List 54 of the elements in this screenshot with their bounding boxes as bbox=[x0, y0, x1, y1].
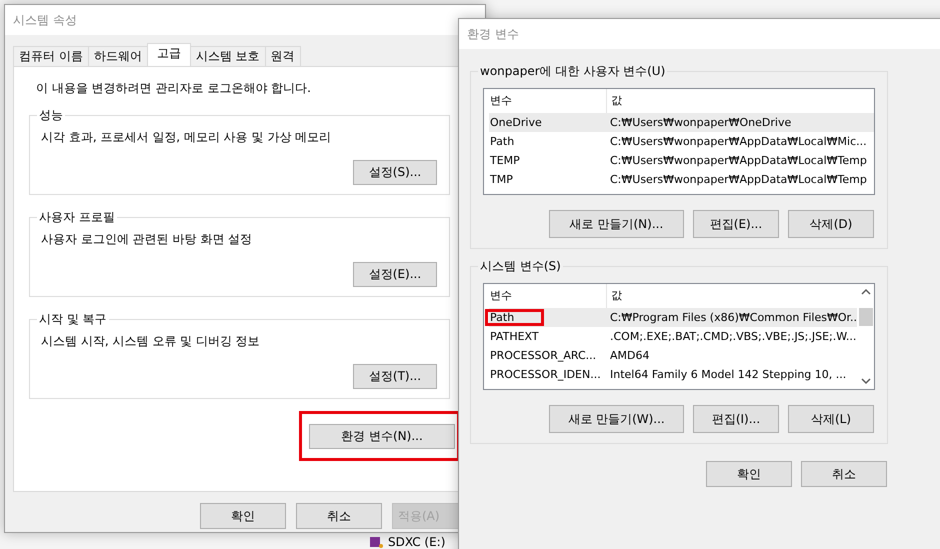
variable-name: TEMP bbox=[489, 154, 521, 167]
variable-name: PROCESSOR_ARC... bbox=[489, 349, 598, 362]
list-action-button[interactable]: 삭제(L) bbox=[788, 405, 874, 433]
dialog-button[interactable]: 확인 bbox=[706, 461, 792, 487]
notice-text: 이 내용을 변경하려면 관리자로 로그온해야 합니다. bbox=[36, 80, 312, 97]
variable-name: TMP bbox=[489, 173, 514, 186]
list-row[interactable]: TEMP C:₩Users₩wonpaper₩AppData₩Local₩Temp bbox=[489, 151, 874, 170]
window-title: 환경 변수 bbox=[467, 26, 519, 42]
settings-button[interactable]: 설정(E)... bbox=[353, 262, 437, 287]
group-description: 시각 효과, 프로세서 일정, 메모리 사용 및 가상 메모리 bbox=[41, 129, 332, 146]
group-title: 성능 bbox=[37, 107, 65, 123]
variable-value: C:₩Users₩wonpaper₩AppData₩Local₩Temp bbox=[609, 173, 867, 186]
variable-name: Path bbox=[489, 135, 516, 148]
group-title: 사용자 프로필 bbox=[37, 209, 117, 225]
list-action-button[interactable]: 새로 만들기(W)... bbox=[549, 405, 684, 433]
list-row[interactable]: OneDrive C:₩Users₩wonpaper₩OneDrive bbox=[489, 113, 874, 132]
dialog-button[interactable]: 취소 bbox=[801, 461, 887, 487]
group-description: 사용자 로그인에 관련된 바탕 화면 설정 bbox=[41, 231, 254, 248]
environment-variables-button[interactable]: 환경 변수(N)... bbox=[309, 424, 455, 448]
list-row[interactable]: PATHEXT .COM;.EXE;.BAT;.CMD;.VBS;.VBE;.JS;.JSE;.W... bbox=[489, 327, 857, 346]
tab[interactable]: 고급 bbox=[146, 43, 191, 66]
column-header[interactable]: 값 bbox=[607, 284, 622, 308]
variable-value: C:₩Users₩wonpaper₩OneDrive bbox=[609, 116, 792, 129]
drive-label[interactable]: SDXC (E:) bbox=[388, 535, 446, 549]
group-description: 시스템 시작, 시스템 오류 및 디버깅 정보 bbox=[41, 333, 261, 350]
variable-name: Path bbox=[487, 311, 542, 324]
settings-button[interactable]: 설정(T)... bbox=[353, 364, 437, 389]
settings-button[interactable]: 설정(S)... bbox=[353, 160, 437, 185]
group-title: 시스템 변수(S) bbox=[478, 258, 563, 274]
window-title: 시스템 속성 bbox=[13, 12, 77, 28]
variable-value: AMD64 bbox=[609, 349, 650, 362]
list-action-button[interactable]: 편집(E)... bbox=[693, 210, 779, 238]
column-header[interactable]: 값 bbox=[607, 89, 622, 113]
group-title: 시작 및 복구 bbox=[37, 311, 109, 327]
list-row[interactable]: TMP C:₩Users₩wonpaper₩AppData₩Local₩Temp bbox=[489, 170, 874, 189]
tab[interactable]: 원격 bbox=[264, 46, 301, 66]
variable-value: .COM;.EXE;.BAT;.CMD;.VBS;.VBE;.JS;.JSE;.W... bbox=[609, 330, 856, 343]
list-action-button[interactable]: 새로 만들기(N)... bbox=[549, 210, 684, 238]
dialog-button[interactable]: 확인 bbox=[200, 503, 286, 529]
variable-value: C:₩Program Files (x86)₩Common Files₩Or... bbox=[609, 311, 857, 324]
list-row[interactable]: PROCESSOR_IDEN... Intel64 Family 6 Model 142 Stepping 10, ... bbox=[489, 365, 857, 384]
variable-value: C:₩Users₩wonpaper₩AppData₩Local₩Temp bbox=[609, 154, 867, 167]
variable-name: OneDrive bbox=[489, 116, 543, 129]
list-action-button[interactable]: 편집(I)... bbox=[693, 405, 779, 433]
variable-value: C:₩Users₩wonpaper₩AppData₩Local₩Mic... bbox=[609, 135, 867, 148]
dialog-button[interactable]: 취소 bbox=[296, 503, 382, 529]
variable-name: PATHEXT bbox=[489, 330, 540, 343]
variable-name: PROCESSOR_IDEN... bbox=[489, 368, 602, 381]
list-row[interactable]: Path C:₩Users₩wonpaper₩AppData₩Local₩Mic... bbox=[489, 132, 874, 151]
list-row[interactable]: PROCESSOR_ARC... AMD64 bbox=[489, 346, 857, 365]
tab[interactable]: 컴퓨터 이름 bbox=[13, 46, 89, 66]
group-title: wonpaper에 대한 사용자 변수(U) bbox=[478, 63, 668, 79]
list-action-button[interactable]: 삭제(D) bbox=[788, 210, 874, 238]
variable-value: Intel64 Family 6 Model 142 Stepping 10, ... bbox=[609, 368, 846, 381]
